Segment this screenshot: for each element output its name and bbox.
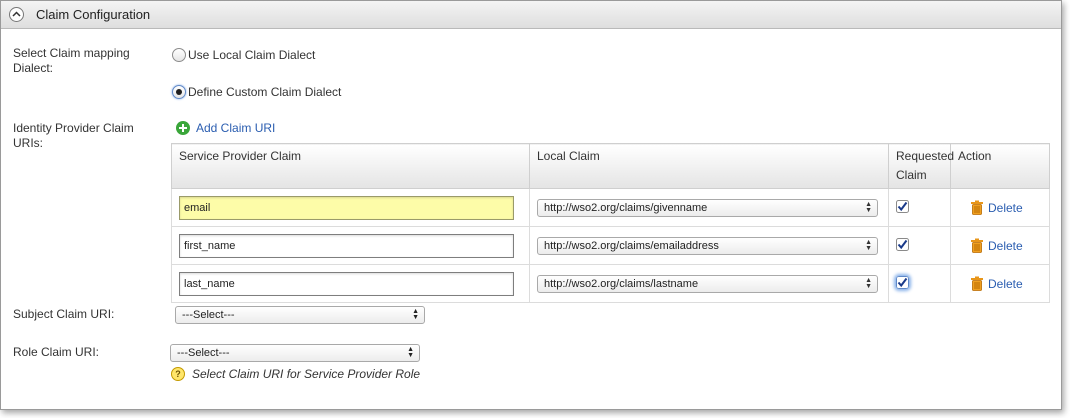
requested-checkbox[interactable] (896, 275, 909, 289)
requested-claim-cell (888, 226, 951, 265)
role-claim-uri-label: Role Claim URI: (13, 345, 100, 359)
action-cell: Delete (950, 188, 1050, 227)
sp-claim-input[interactable]: email (179, 195, 514, 220)
sp-claim-cell: last_name (171, 264, 530, 303)
table-row: email http://wso2.org/claims/givenname ▲… (171, 188, 1050, 227)
collapse-icon[interactable] (9, 7, 24, 22)
trash-icon (971, 238, 983, 253)
select-arrows-icon: ▲ ▼ (412, 308, 419, 321)
define-custom-dialect-radio[interactable] (172, 85, 186, 99)
role-claim-help: ? Select Claim URI for Service Provider … (171, 367, 420, 381)
delete-button[interactable]: Delete (970, 200, 1042, 215)
local-claim-select[interactable]: http://wso2.org/claims/givenname ▲ ▼ (537, 198, 878, 217)
requested-claim-cell (888, 188, 951, 227)
claim-configuration-panel: Claim Configuration Select Claim mapping… (0, 0, 1062, 410)
use-local-dialect-label: Use Local Claim Dialect (188, 48, 316, 62)
delete-button[interactable]: Delete (970, 238, 1042, 253)
action-cell: Delete (950, 226, 1050, 265)
select-arrows-icon: ▲ ▼ (407, 346, 414, 359)
local-claim-select[interactable]: http://wso2.org/claims/lastname ▲ ▼ (537, 274, 878, 293)
subject-claim-uri-select[interactable]: ---Select--- ▲ ▼ (175, 306, 425, 324)
sp-claim-cell: email (171, 188, 530, 227)
requested-claim-header: Requested Claim (888, 143, 954, 189)
claims-table: Service Provider Claim Local Claim Reque… (171, 143, 1050, 303)
delete-label: Delete (988, 238, 1023, 253)
select-arrows-icon: ▲ ▼ (865, 200, 872, 214)
requested-checkbox[interactable] (896, 199, 909, 213)
claim-mapping-label: Select Claim mapping Dialect: (13, 46, 130, 75)
subject-claim-uri-label: Subject Claim URI: (13, 307, 115, 321)
select-arrows-icon: ▲ ▼ (865, 238, 872, 252)
sp-claim-header: Service Provider Claim (171, 143, 530, 189)
trash-icon (971, 276, 983, 291)
add-claim-uri-label: Add Claim URI (196, 121, 276, 135)
delete-label: Delete (988, 276, 1023, 291)
delete-label: Delete (988, 200, 1023, 215)
use-local-dialect-option[interactable]: Use Local Claim Dialect (172, 48, 315, 62)
panel-title: Claim Configuration (36, 7, 151, 22)
action-header: Action (950, 143, 1050, 189)
table-row: first_name http://wso2.org/claims/emaila… (171, 226, 1050, 265)
subject-claim-uri-value: ---Select--- (182, 309, 235, 321)
local-claim-cell: http://wso2.org/claims/emailaddress ▲ ▼ (529, 226, 889, 265)
add-claim-uri-link[interactable]: Add Claim URI (176, 121, 275, 135)
sp-claim-cell: first_name (171, 226, 530, 265)
sp-claim-input[interactable]: last_name (179, 271, 514, 296)
select-arrows-icon: ▲ ▼ (865, 276, 872, 290)
help-icon: ? (171, 367, 185, 381)
delete-button[interactable]: Delete (970, 276, 1042, 291)
requested-claim-cell (888, 264, 951, 303)
table-row: last_name http://wso2.org/claims/lastnam… (171, 264, 1050, 303)
local-claim-header: Local Claim (529, 143, 889, 189)
local-claim-select[interactable]: http://wso2.org/claims/emailaddress ▲ ▼ (537, 236, 878, 255)
use-local-dialect-radio[interactable] (172, 48, 186, 62)
local-claim-value: http://wso2.org/claims/lastname (544, 277, 699, 290)
plus-icon (176, 121, 190, 135)
local-claim-value: http://wso2.org/claims/emailaddress (544, 239, 719, 252)
idp-claim-uris-label: Identity Provider Claim URIs: (13, 121, 134, 150)
action-cell: Delete (950, 264, 1050, 303)
panel-header[interactable]: Claim Configuration (1, 1, 1061, 29)
sp-claim-input[interactable]: first_name (179, 233, 514, 258)
table-header-row: Service Provider Claim Local Claim Reque… (171, 143, 1050, 189)
role-claim-uri-select[interactable]: ---Select--- ▲ ▼ (170, 344, 420, 362)
local-claim-cell: http://wso2.org/claims/lastname ▲ ▼ (529, 264, 889, 303)
role-claim-uri-value: ---Select--- (177, 347, 230, 359)
local-claim-value: http://wso2.org/claims/givenname (544, 201, 708, 214)
role-claim-help-text: Select Claim URI for Service Provider Ro… (192, 367, 421, 381)
requested-checkbox[interactable] (896, 237, 909, 251)
trash-icon (971, 200, 983, 215)
local-claim-cell: http://wso2.org/claims/givenname ▲ ▼ (529, 188, 889, 227)
define-custom-dialect-label: Define Custom Claim Dialect (188, 85, 342, 99)
define-custom-dialect-option[interactable]: Define Custom Claim Dialect (172, 85, 341, 99)
